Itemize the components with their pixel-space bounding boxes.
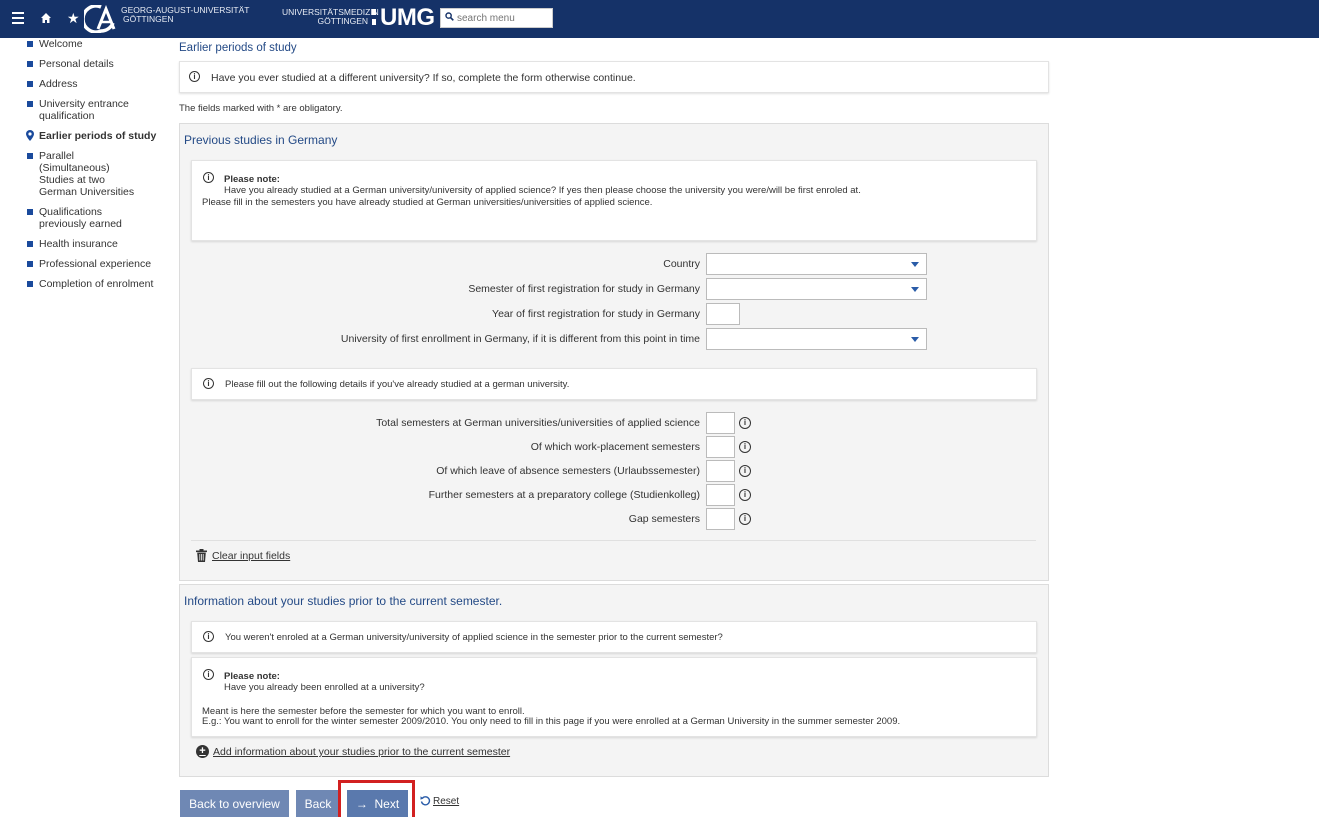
- home-icon[interactable]: [40, 12, 52, 24]
- leave-absence-label: Of which leave of absence semesters (Url…: [436, 465, 700, 477]
- sidebar-nav: Welcome Personal details Address Univers…: [26, 38, 176, 298]
- info-icon: i: [189, 71, 200, 82]
- leave-absence-input[interactable]: [706, 460, 735, 482]
- info-icon: i: [203, 669, 214, 680]
- note-line: Have you already been enrolled at a univ…: [224, 682, 425, 693]
- info-icon: i: [203, 172, 214, 183]
- obligatory-note: The fields marked with * are obligatory.: [179, 103, 343, 114]
- back-button[interactable]: Back: [296, 790, 340, 817]
- details-note: Please fill out the following details if…: [225, 379, 570, 390]
- university-first-select[interactable]: [706, 328, 927, 350]
- prior-info-box: i You weren't enroled at a German univer…: [191, 621, 1037, 653]
- intro-text: Have you ever studied at a different uni…: [211, 72, 636, 84]
- semester-first-label: Semester of first registration for study…: [468, 283, 700, 295]
- bullet-icon: [27, 241, 33, 247]
- sidebar-item-health-insurance[interactable]: Health insurance: [26, 238, 176, 250]
- sidebar-item-parallel-studies[interactable]: Parallel (Simultaneous) Studies at two G…: [26, 150, 141, 198]
- note-box: i Please note: Have you already studied …: [191, 160, 1037, 241]
- intro-info-box: i Have you ever studied at a different u…: [179, 61, 1049, 93]
- gap-semesters-input[interactable]: [706, 508, 735, 530]
- help-icon[interactable]: i: [739, 513, 751, 525]
- prior-info-text: You weren't enroled at a German universi…: [225, 632, 723, 643]
- top-navigation-bar: ★ GEORG-AUGUST-UNIVERSITÄT GÖTTINGEN UNI…: [0, 0, 1319, 38]
- chevron-down-icon: [911, 262, 919, 267]
- note-line: Please fill in the semesters you have al…: [202, 197, 653, 208]
- bullet-icon: [27, 101, 33, 107]
- prior-note-box: i Please note: Have you already been enr…: [191, 657, 1037, 737]
- help-icon[interactable]: i: [739, 417, 751, 429]
- divider: [191, 540, 1036, 541]
- bullet-icon: [27, 81, 33, 87]
- year-first-label: Year of first registration for study in …: [492, 308, 700, 320]
- note-line: Have you already studied at a German uni…: [224, 185, 861, 196]
- university-name: GEORG-AUGUST-UNIVERSITÄT GÖTTINGEN: [121, 5, 250, 24]
- trash-icon: [196, 549, 207, 562]
- sidebar-item-entrance-qualification[interactable]: University entrance qualification: [26, 98, 136, 122]
- bullet-icon: [27, 281, 33, 287]
- work-placement-label: Of which work-placement semesters: [530, 441, 700, 453]
- gap-semesters-label: Gap semesters: [628, 513, 700, 525]
- sidebar-item-completion[interactable]: Completion of enrolment: [26, 278, 176, 290]
- university-first-label: University of first enrollment in German…: [340, 333, 700, 345]
- sidebar-item-address[interactable]: Address: [26, 78, 176, 90]
- details-info-box: i Please fill out the following details …: [191, 368, 1037, 400]
- info-icon: i: [203, 378, 214, 389]
- year-first-input[interactable]: [706, 303, 740, 325]
- help-icon[interactable]: i: [739, 441, 751, 453]
- help-icon[interactable]: i: [739, 465, 751, 477]
- menu-icon[interactable]: [12, 12, 24, 24]
- university-logo[interactable]: [84, 5, 118, 33]
- work-placement-input[interactable]: [706, 436, 735, 458]
- search-icon: [445, 12, 454, 21]
- arrow-right-icon: →: [355, 796, 368, 811]
- umg-logo[interactable]: UMG: [372, 4, 435, 32]
- search-menu-box[interactable]: [440, 8, 553, 28]
- sidebar-item-qualifications[interactable]: Qualifications previously earned: [26, 206, 146, 230]
- semester-first-select[interactable]: [706, 278, 927, 300]
- bullet-icon: [27, 261, 33, 267]
- bullet-icon: [27, 209, 33, 215]
- section-title: Information about your studies prior to …: [184, 594, 503, 608]
- country-select[interactable]: [706, 253, 927, 275]
- sidebar-item-welcome[interactable]: Welcome: [26, 38, 176, 50]
- bullet-icon: [27, 41, 33, 47]
- chevron-down-icon: [911, 337, 919, 342]
- help-icon[interactable]: i: [739, 489, 751, 501]
- note-line: E.g.: You want to enroll for the winter …: [202, 716, 901, 727]
- preparatory-label: Further semesters at a preparatory colle…: [428, 489, 700, 501]
- section-title: Previous studies in Germany: [184, 133, 338, 147]
- next-button[interactable]: → Next: [347, 790, 408, 817]
- plus-circle-icon: +: [196, 745, 209, 758]
- chevron-down-icon: [911, 287, 919, 292]
- bullet-icon: [27, 61, 33, 67]
- note-heading: Please note:: [224, 174, 280, 185]
- total-semesters-input[interactable]: [706, 412, 735, 434]
- total-semesters-label: Total semesters at German universities/u…: [376, 417, 700, 429]
- page-title: Earlier periods of study: [179, 42, 297, 54]
- location-pin-icon: [26, 130, 34, 141]
- search-input[interactable]: [457, 11, 551, 25]
- reset-icon: [420, 796, 431, 806]
- info-icon: i: [203, 631, 214, 642]
- umg-name: UNIVERSITÄTSMEDIZIN GÖTTINGEN: [282, 7, 379, 26]
- back-to-overview-button[interactable]: Back to overview: [180, 790, 289, 817]
- sidebar-item-personal-details[interactable]: Personal details: [26, 58, 176, 70]
- bullet-icon: [27, 153, 33, 159]
- sidebar-item-professional-experience[interactable]: Professional experience: [26, 258, 176, 270]
- preparatory-input[interactable]: [706, 484, 735, 506]
- sidebar-item-earlier-periods[interactable]: Earlier periods of study: [26, 130, 176, 142]
- star-icon[interactable]: ★: [67, 10, 80, 27]
- country-label: Country: [663, 258, 700, 270]
- note-heading: Please note:: [224, 671, 280, 682]
